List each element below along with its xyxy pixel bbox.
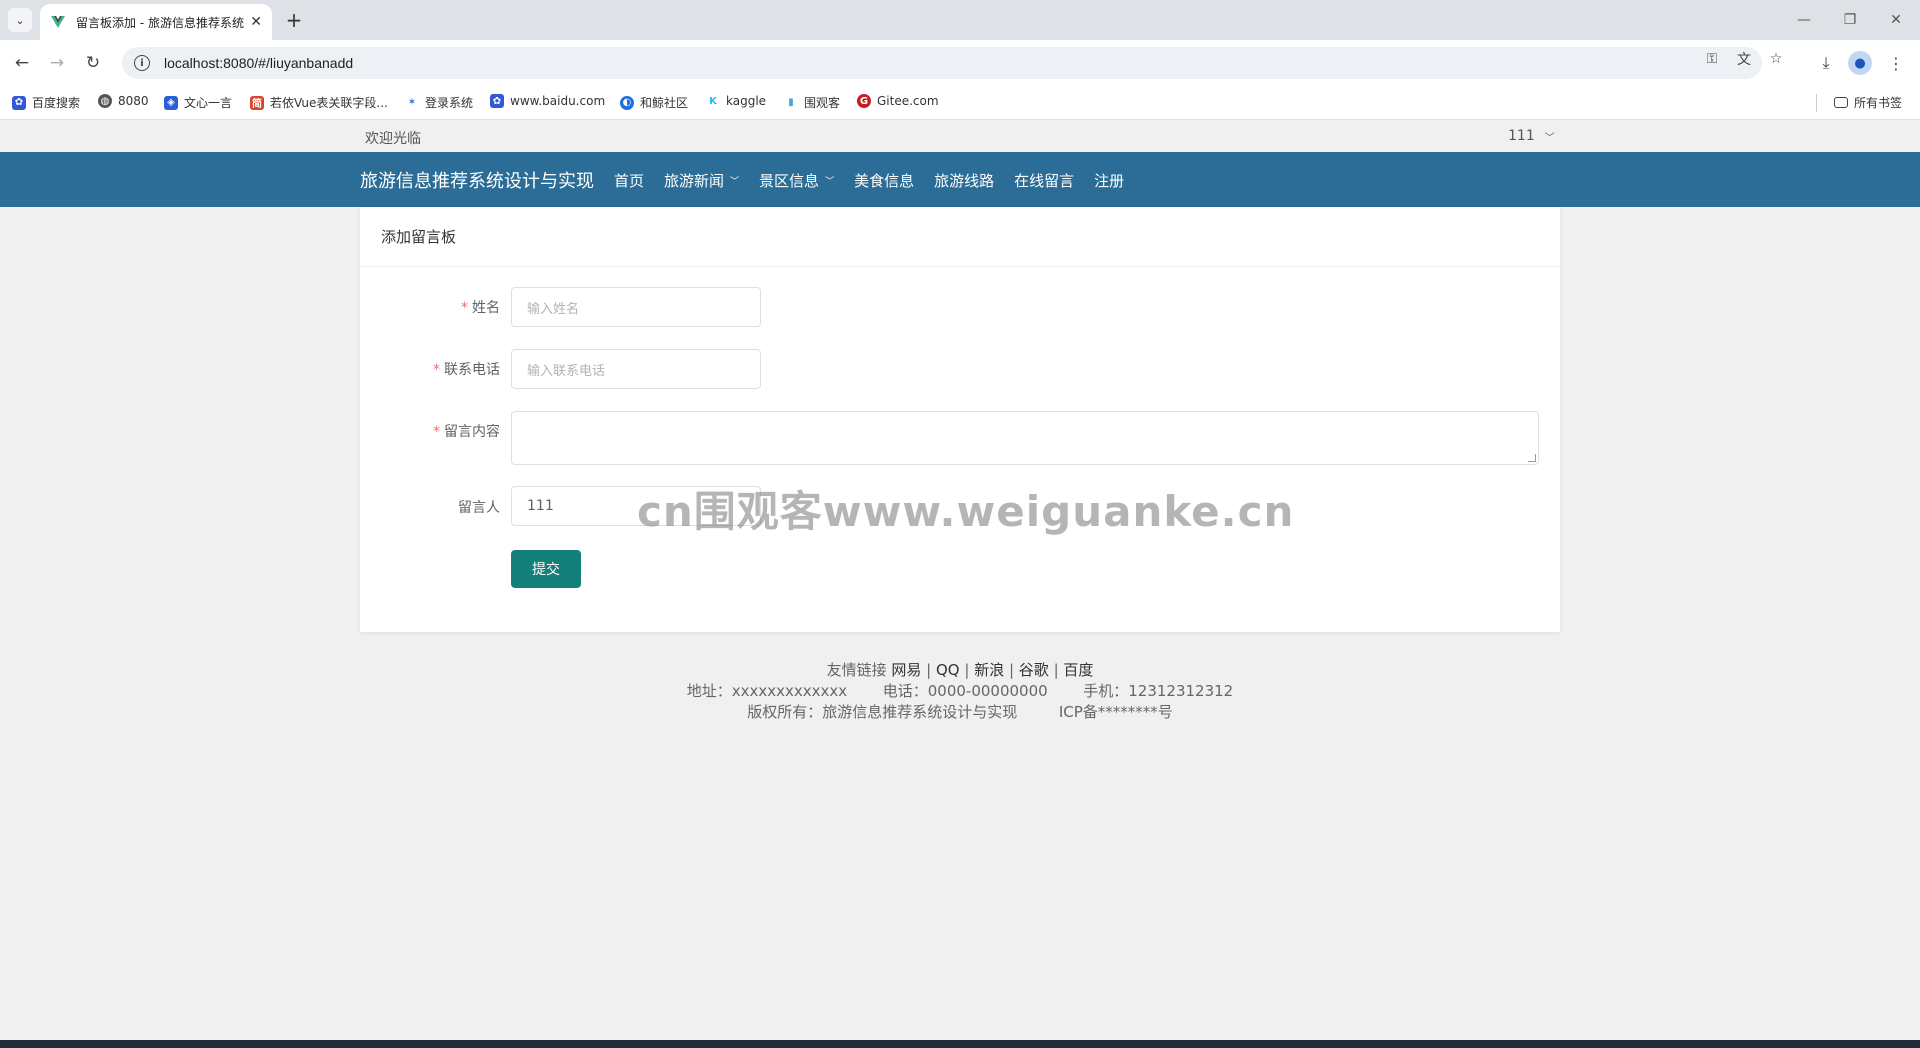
chevron-down-icon: ﹀ [825, 177, 835, 187]
kaggle-icon: K [706, 94, 720, 108]
bookmark-item[interactable]: ◍ 8080 [98, 94, 149, 108]
nav-item-news[interactable]: 旅游新闻 ﹀ [664, 170, 739, 191]
new-tab-button[interactable]: + [282, 8, 306, 32]
footer-contact: 地址：xxxxxxxxxxxxx 电话：0000-00000000 手机：123… [0, 680, 1920, 701]
weiguanke-icon: ▮ [784, 95, 798, 110]
footer-link-baidu[interactable]: 百度 [1063, 661, 1093, 679]
translate-icon[interactable]: 文 [1733, 48, 1755, 70]
bookmark-item[interactable]: ◐ 和鲸社区 [620, 94, 688, 111]
vue-icon [51, 16, 65, 28]
bookmark-item[interactable]: ✿ www.baidu.com [490, 94, 605, 108]
heywhale-icon: ◐ [620, 95, 634, 110]
name-label: * 姓名 [461, 300, 500, 316]
card-title: 添加留言板 [360, 207, 1560, 267]
content-textarea[interactable] [511, 411, 1539, 465]
submit-button[interactable]: 提交 [511, 550, 581, 588]
nav-item-food[interactable]: 美食信息 [854, 170, 914, 191]
guestbook-form-card: 添加留言板 * 姓名 输入姓名 * 联系电话 输入联系电话 * 留言内容 留言人 11… [360, 207, 1560, 632]
name-input[interactable]: 输入姓名 [511, 287, 761, 327]
download-icon[interactable]: ⤓ [1814, 51, 1838, 75]
browser-tab[interactable]: 留言板添加 - 旅游信息推荐系统 ✕ [40, 4, 272, 40]
bookmark-item[interactable]: ✶ 登录系统 [405, 94, 473, 111]
bookmarks-bar: ✿ 百度搜索 ◍ 8080 ◈ 文心一言 简若依Vue表关联字段... ✶ 登录系统 ✿… [0, 86, 1920, 120]
baidu-paw-icon: ✿ [490, 94, 504, 108]
welcome-text: 欢迎光临 [365, 131, 421, 147]
reload-icon[interactable]: ↻ [80, 50, 106, 76]
footer-phone: 电话：0000-00000000 [882, 682, 1048, 700]
nav-item-guestbook[interactable]: 在线留言 [1014, 170, 1074, 191]
bookmark-item[interactable]: G Gitee.com [857, 94, 939, 108]
footer-address: 地址：xxxxxxxxxxxxx [686, 682, 848, 700]
nav-menu: 首页 旅游新闻 ﹀ 景区信息 ﹀ 美食信息 旅游线路 在线留言 注册 [614, 170, 1144, 191]
close-window-icon[interactable]: ✕ [1876, 6, 1916, 34]
author-label: 留言人 [458, 500, 500, 516]
address-bar[interactable]: i localhost:8080/#/liuyanbanadd [122, 47, 1762, 79]
bookmark-item[interactable]: ✿ 百度搜索 [12, 94, 80, 111]
footer-links: 友情链接 网易 | QQ | 新浪 | 谷歌 | 百度 [826, 661, 1094, 679]
globe-icon: ◍ [98, 94, 112, 108]
tab-list-chevron-icon[interactable]: ⌄ [8, 8, 32, 32]
menu-kebab-icon[interactable]: ⋮ [1884, 51, 1908, 75]
footer-link-qq[interactable]: QQ [936, 661, 960, 679]
bookmark-item[interactable]: Kkaggle [706, 94, 766, 108]
forward-arrow-icon[interactable]: → [44, 50, 70, 76]
footer-copyright-text: 版权所有：旅游信息推荐系统设计与实现 [747, 703, 1018, 721]
bookmark-separator [1816, 94, 1817, 112]
user-dropdown[interactable]: 111 ﹀ [1508, 128, 1555, 144]
jianshu-icon: 简 [250, 95, 264, 110]
content-label: * 留言内容 [433, 424, 500, 440]
bookmark-item[interactable]: ▮ 围观客 [784, 94, 840, 111]
folder-icon [1834, 97, 1848, 108]
phone-input[interactable]: 输入联系电话 [511, 349, 761, 389]
browser-tab-bar: ⌄ 留言板添加 - 旅游信息推荐系统 ✕ + — ❐ ✕ [0, 0, 1920, 40]
tab-close-icon[interactable]: ✕ [250, 14, 262, 30]
gitee-icon: G [857, 94, 871, 108]
watermark: cn围观客www.weiguanke.cn [637, 487, 1295, 536]
footer-icp: ICP备********号 [1058, 703, 1173, 721]
main-navbar: 旅游信息推荐系统设计与实现 首页 旅游新闻 ﹀ 景区信息 ﹀ 美食信息 旅游线路 在… [0, 152, 1920, 207]
nav-item-routes[interactable]: 旅游线路 [934, 170, 994, 191]
nav-item-scenic[interactable]: 景区信息 ﹀ [759, 170, 834, 191]
restore-icon[interactable]: ❐ [1830, 6, 1870, 34]
password-key-icon[interactable]: ⚿ [1701, 48, 1723, 70]
tab-title: 留言板添加 - 旅游信息推荐系统 [76, 15, 244, 30]
footer-link-google[interactable]: 谷歌 [1019, 661, 1049, 679]
footer-mobile: 手机：12312312312 [1083, 682, 1234, 700]
chevron-down-icon: ﹀ [1544, 132, 1555, 144]
site-info-icon[interactable]: i [134, 55, 150, 71]
back-arrow-icon[interactable]: ← [9, 50, 35, 76]
login-system-icon: ✶ [405, 95, 419, 110]
minimize-icon[interactable]: — [1784, 6, 1824, 34]
username: 111 [1508, 128, 1535, 144]
browser-toolbar: ← → ↻ i localhost:8080/#/liuyanbanadd ⚿ … [0, 40, 1920, 86]
footer-link-sina[interactable]: 新浪 [974, 661, 1004, 679]
site-brand[interactable]: 旅游信息推荐系统设计与实现 [360, 167, 594, 193]
profile-avatar-icon[interactable]: ● [1848, 51, 1872, 75]
welcome-bar: 欢迎光临 111 ﹀ [0, 120, 1920, 152]
footer-link-netease[interactable]: 网易 [891, 661, 921, 679]
ernie-icon: ◈ [164, 95, 178, 110]
resize-handle-icon[interactable] [1528, 454, 1536, 462]
bookmark-star-icon[interactable]: ☆ [1765, 48, 1787, 70]
footer-links-label: 友情链接 [826, 661, 887, 679]
url-text[interactable]: localhost:8080/#/liuyanbanadd [164, 55, 353, 71]
nav-item-register[interactable]: 注册 [1094, 170, 1124, 191]
bookmark-item[interactable]: ◈ 文心一言 [164, 94, 232, 111]
bookmark-item[interactable]: 简若依Vue表关联字段... [250, 94, 388, 111]
taskbar-strip [0, 1040, 1920, 1048]
phone-label: * 联系电话 [433, 362, 500, 378]
chevron-down-icon: ﹀ [730, 177, 740, 187]
all-bookmarks-button[interactable]: 所有书签 [1834, 94, 1902, 111]
baidu-paw-icon: ✿ [12, 95, 26, 110]
footer-copyright: 版权所有：旅游信息推荐系统设计与实现 ICP备********号 [0, 701, 1920, 722]
nav-item-home[interactable]: 首页 [614, 170, 644, 191]
